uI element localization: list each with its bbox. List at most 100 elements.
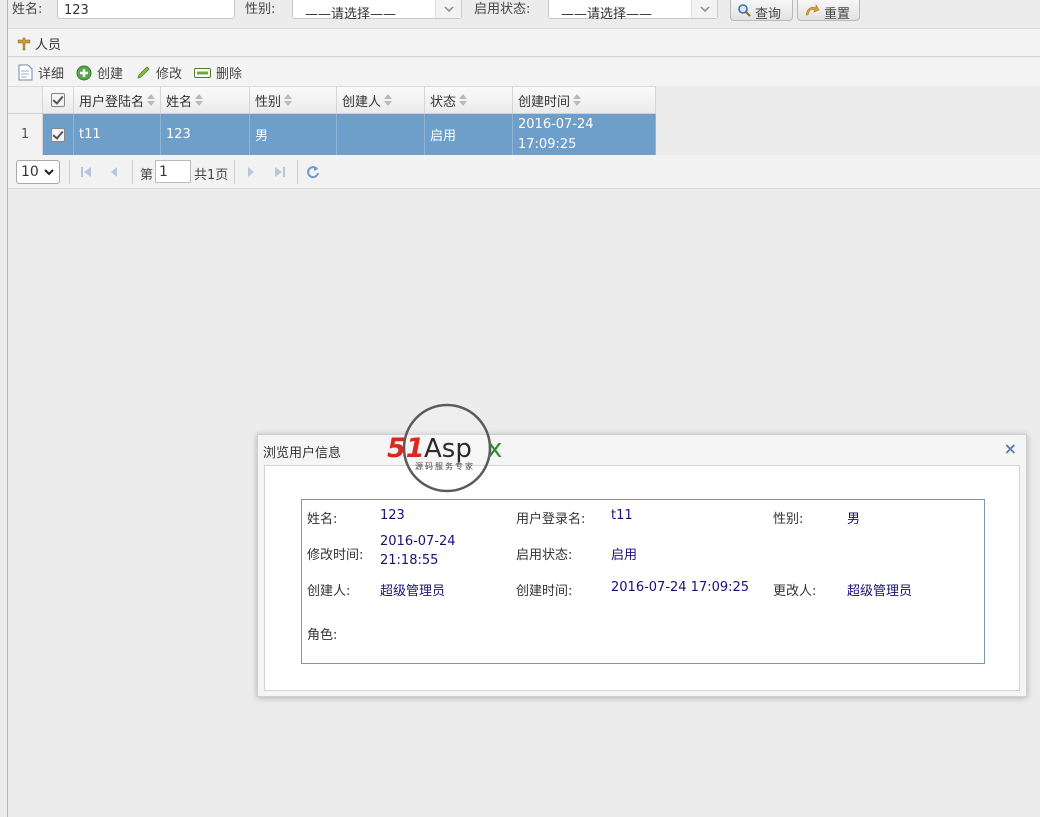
plus-icon xyxy=(76,65,92,80)
checkbox-checked-icon xyxy=(51,93,65,107)
column-header-login[interactable]: 用户登陆名 xyxy=(74,87,161,113)
row-checkbox[interactable] xyxy=(43,114,74,155)
column-header-status[interactable]: 状态 xyxy=(425,87,513,113)
login-label: 用户登录名: xyxy=(516,512,586,527)
name-label: 姓名: xyxy=(307,512,338,527)
column-header-label: 用户登陆名 xyxy=(79,94,145,110)
last-page-icon[interactable] xyxy=(274,166,286,178)
svg-text:源码服务专家: 源码服务专家 xyxy=(415,461,475,471)
grid-header: 用户登陆名 姓名 性别 创建人 状态 创建时间 xyxy=(8,86,656,114)
role-label: 角色: xyxy=(307,628,338,643)
pager-divider xyxy=(69,160,70,184)
cell-created-time: 17:09:25 xyxy=(518,136,577,152)
query-button[interactable]: 查询 xyxy=(730,0,793,22)
pager-divider xyxy=(132,160,133,184)
table-row[interactable]: 1 t11 123 男 启用 2016-07-24 17:09:25 xyxy=(8,114,656,155)
column-header-label: 状态 xyxy=(430,94,457,110)
query-button-label: 查询 xyxy=(755,7,782,22)
next-page-icon[interactable] xyxy=(246,166,256,178)
reset-button[interactable]: 重置 xyxy=(797,0,860,22)
page-size-value: 10 xyxy=(21,164,39,180)
checkbox-checked-icon xyxy=(51,127,65,142)
column-header-name[interactable]: 姓名 xyxy=(161,87,250,113)
toolbar: 详细 创建 修改 删除 xyxy=(8,58,1040,86)
modified-date: 2016-07-24 xyxy=(380,534,456,549)
detail-button[interactable]: 详细 xyxy=(18,63,64,82)
status-filter-select[interactable]: ——请选择—— xyxy=(548,0,718,22)
cell-gender: 男 xyxy=(250,114,337,155)
pagination-bar: 10 第 1 共1页 xyxy=(8,155,1040,189)
name-value: 123 xyxy=(380,508,405,523)
cell-creator xyxy=(337,114,425,155)
cell-name: 123 xyxy=(161,114,250,155)
sort-icon xyxy=(573,94,582,106)
svg-text:x: x xyxy=(487,434,502,464)
svg-text:Asp: Asp xyxy=(424,434,472,464)
create-button-label: 创建 xyxy=(97,67,124,82)
detail-button-label: 详细 xyxy=(38,67,65,82)
select-all-checkbox[interactable] xyxy=(43,87,74,113)
cell-created-date: 2016-07-24 xyxy=(518,116,594,132)
creator-label: 创建人: xyxy=(307,584,351,599)
chevron-down-icon xyxy=(435,0,461,18)
previous-page-icon[interactable] xyxy=(109,166,119,178)
edit-button-label: 修改 xyxy=(156,67,183,82)
sort-icon xyxy=(459,94,468,106)
column-header-label: 创建时间 xyxy=(518,94,571,110)
created-label: 创建时间: xyxy=(516,584,573,599)
gender-filter-selected: ——请选择—— xyxy=(305,7,397,22)
refresh-icon[interactable] xyxy=(306,165,320,179)
dialog-body: 姓名: 123 用户登录名: t11 性别: 男 修改时间: 2016-07-2… xyxy=(264,465,1020,691)
gender-value: 男 xyxy=(847,512,861,527)
delete-button-label: 删除 xyxy=(216,67,243,82)
updater-value: 超级管理员 xyxy=(847,584,913,599)
page-total: 共1页 xyxy=(194,168,229,183)
svg-text:51: 51 xyxy=(387,433,425,464)
status-filter-label: 启用状态: xyxy=(474,2,531,17)
updater-label: 更改人: xyxy=(773,584,817,599)
page-number-input[interactable]: 1 xyxy=(155,160,191,183)
name-filter-label: 姓名: xyxy=(12,2,43,17)
sort-icon xyxy=(195,94,204,106)
gender-filter-select[interactable]: ——请选择—— xyxy=(292,0,462,22)
login-value: t11 xyxy=(611,508,633,523)
page-size-select[interactable]: 10 xyxy=(16,160,60,184)
modified-label: 修改时间: xyxy=(307,548,364,563)
panel-title: 人员 xyxy=(35,38,62,53)
page-prefix: 第 xyxy=(140,168,154,183)
document-icon xyxy=(18,64,33,81)
column-header-label: 姓名 xyxy=(166,94,193,110)
user-grid: 用户登陆名 姓名 性别 创建人 状态 创建时间 1 t11 123 男 启用 2… xyxy=(8,86,656,155)
column-header-creator[interactable]: 创建人 xyxy=(337,87,425,113)
minus-icon xyxy=(194,67,211,78)
name-filter-input[interactable]: 123 xyxy=(57,0,235,19)
column-header-label: 创建人 xyxy=(342,94,382,110)
cell-login: t11 xyxy=(74,114,161,155)
search-icon xyxy=(738,4,751,17)
user-detail-dialog: 浏览用户信息 × 姓名: 123 用户登录名: t11 性别: 男 修改时间: … xyxy=(257,434,1027,697)
person-icon xyxy=(17,37,31,50)
modified-time: 21:18:55 xyxy=(380,553,439,568)
sort-icon xyxy=(384,94,393,106)
status-value: 启用 xyxy=(611,548,638,563)
column-header-gender[interactable]: 性别 xyxy=(250,87,337,113)
cell-status: 启用 xyxy=(425,114,513,155)
create-button[interactable]: 创建 xyxy=(76,63,123,82)
first-page-icon[interactable] xyxy=(80,166,92,178)
column-header-created[interactable]: 创建时间 xyxy=(513,87,656,113)
delete-button[interactable]: 删除 xyxy=(194,63,242,82)
close-icon[interactable]: × xyxy=(1004,439,1017,458)
status-filter-selected: ——请选择—— xyxy=(561,7,653,22)
reset-button-label: 重置 xyxy=(824,7,851,22)
status-label: 启用状态: xyxy=(516,548,573,563)
search-bar: 姓名: 123 性别: ——请选择—— 启用状态: ——请选择—— 查询 重置 xyxy=(0,0,1040,22)
chevron-down-icon xyxy=(691,0,717,18)
gender-label: 性别: xyxy=(773,512,804,527)
sort-icon xyxy=(147,94,156,106)
user-info-box: 姓名: 123 用户登录名: t11 性别: 男 修改时间: 2016-07-2… xyxy=(301,499,985,664)
created-value: 2016-07-24 17:09:25 xyxy=(611,580,750,595)
edit-button[interactable]: 修改 xyxy=(136,63,182,82)
sort-icon xyxy=(284,94,293,106)
row-number: 1 xyxy=(8,114,43,155)
column-header-label: 性别 xyxy=(255,94,282,110)
